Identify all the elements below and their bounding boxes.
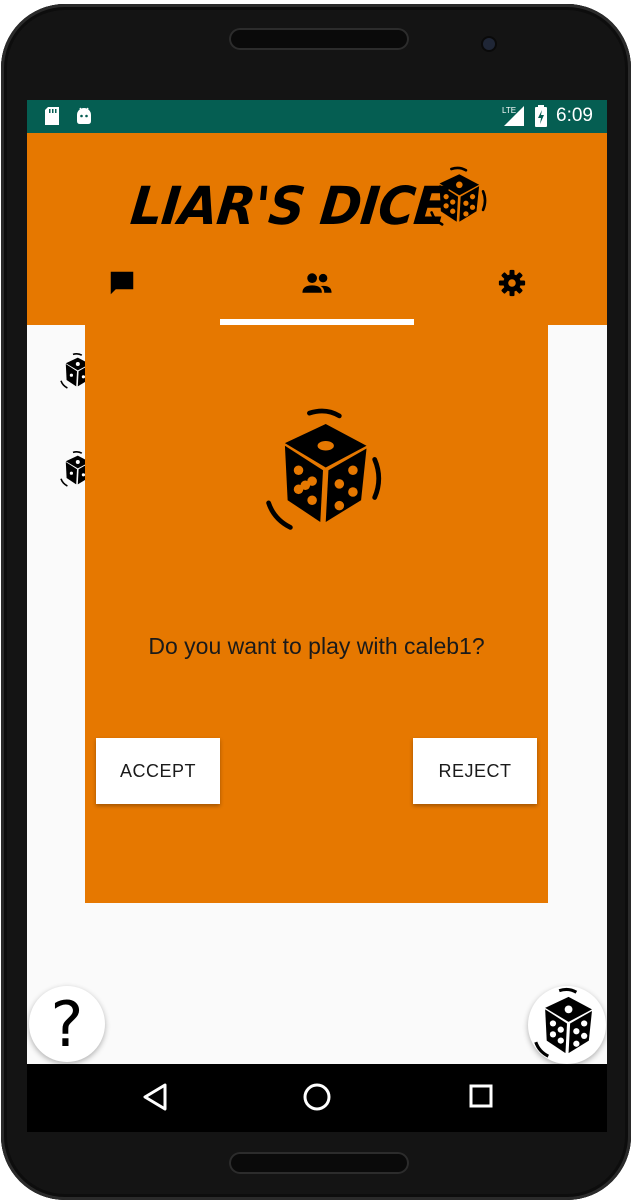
battery-charging-icon xyxy=(535,105,548,127)
earpiece-speaker xyxy=(229,28,409,50)
sd-card-icon xyxy=(45,107,59,125)
reject-button[interactable]: REJECT xyxy=(413,738,537,804)
dice-fab-button[interactable] xyxy=(528,986,606,1064)
gear-icon xyxy=(498,269,526,297)
dice-logo-icon xyxy=(430,166,487,226)
dice-icon xyxy=(534,987,592,1058)
back-icon[interactable] xyxy=(141,1082,169,1112)
status-bar: LTE 6:09 xyxy=(27,100,607,133)
app-bar: LIAR'S DICE xyxy=(27,133,607,325)
bottom-speaker xyxy=(229,1152,409,1174)
status-time: 6:09 xyxy=(556,105,593,126)
phone-frame: LTE 6:09 LIAR'S DICE Do you want to play… xyxy=(1,4,631,1200)
front-camera xyxy=(483,38,495,50)
android-icon xyxy=(77,107,91,124)
dice-icon xyxy=(266,408,382,530)
accept-button[interactable]: ACCEPT xyxy=(96,738,220,804)
help-button[interactable]: ? xyxy=(29,986,105,1062)
screen: LTE 6:09 LIAR'S DICE Do you want to play… xyxy=(27,100,607,1132)
tab-settings[interactable] xyxy=(417,268,607,324)
lte-label: LTE xyxy=(502,106,516,115)
play-request-dialog: Do you want to play with caleb1? ACCEPT … xyxy=(85,325,548,903)
tab-chat[interactable] xyxy=(27,268,217,324)
navigation-bar xyxy=(27,1064,607,1132)
people-icon xyxy=(302,273,332,293)
chat-icon xyxy=(110,271,134,295)
lte-signal-icon: LTE xyxy=(502,106,525,126)
home-icon[interactable] xyxy=(302,1082,332,1112)
app-title: LIAR'S DICE xyxy=(127,175,451,237)
dialog-message: Do you want to play with caleb1? xyxy=(148,633,485,659)
recents-icon[interactable] xyxy=(468,1082,494,1112)
tab-friends[interactable] xyxy=(222,268,412,324)
